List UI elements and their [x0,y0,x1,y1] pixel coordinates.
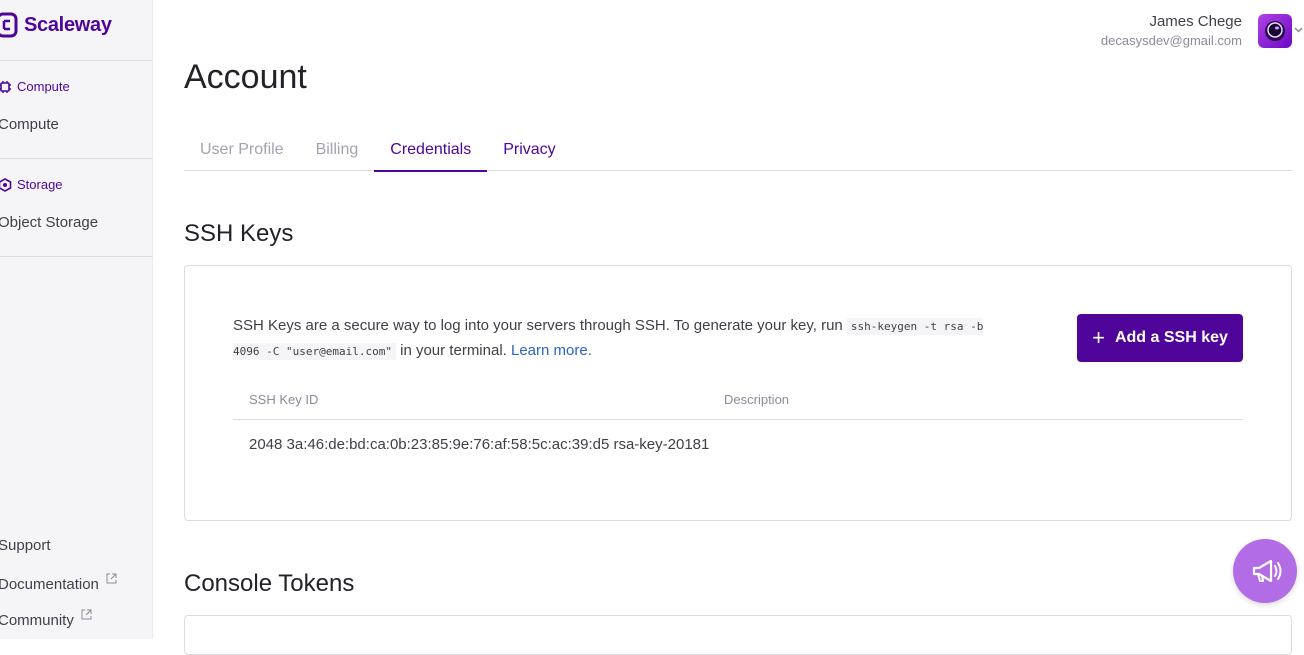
sidebar-section-label: Storage [17,177,63,192]
sidebar-divider [0,158,153,159]
page-title: Account [184,58,307,96]
plus-icon: + [1092,325,1105,350]
user-menu[interactable]: James Chege decasysdev@gmail.com [1101,12,1242,50]
description-text: SSH Keys are a secure way to log into yo… [233,317,847,334]
sidebar-divider [0,256,153,257]
column-header-ssh-key-id: SSH Key ID [249,392,319,407]
console-tokens-title: Console Tokens [184,570,355,597]
sidebar-item-object-storage[interactable]: Object Storage [0,214,98,231]
chevron-down-icon[interactable] [1293,24,1304,35]
sidebar-item-documentation[interactable]: Documentation [0,573,117,593]
announcements-button[interactable] [1233,539,1297,603]
external-link-icon [81,609,92,620]
table-header: SSH Key ID Description [233,382,1243,420]
tab-billing[interactable]: Billing [300,130,375,171]
account-tabs: User Profile Billing Credentials Privacy [184,130,1292,172]
sidebar-divider [0,60,153,61]
add-ssh-key-label: Add a SSH key [1114,329,1228,346]
sidebar-item-community[interactable]: Community [0,609,92,629]
sidebar-section-label: Compute [17,79,70,94]
scaleway-logo[interactable]: Scaleway [0,10,112,40]
learn-more-link[interactable]: Learn more. [511,342,592,359]
astronaut-avatar-icon [1265,21,1285,41]
chip-icon [0,80,11,93]
documentation-label: Documentation [0,576,99,593]
tab-user-profile[interactable]: User Profile [184,130,300,171]
external-link-icon [106,573,117,584]
table-row[interactable]: 2048 3a:46:de:bd:ca:0b:23:85:9e:76:af:58… [233,420,1243,472]
sidebar-item-compute[interactable]: Compute [0,116,59,133]
user-email: decasysdev@gmail.com [1100,33,1242,48]
hexagon-icon [0,177,12,192]
avatar[interactable] [1258,14,1292,48]
add-ssh-key-button[interactable]: + Add a SSH key [1077,314,1243,362]
sidebar-section-compute: Compute [0,79,70,94]
console-tokens-card [184,615,1292,655]
community-label: Community [0,612,74,629]
ssh-keys-table: SSH Key ID Description 2048 3a:46:de:bd:… [233,382,1243,472]
megaphone-icon [1252,559,1282,583]
sidebar-section-storage: Storage [0,177,63,192]
description-text: in your terminal. [395,342,511,359]
tab-credentials[interactable]: Credentials [374,130,488,172]
column-header-description: Description [724,392,790,407]
user-name: James Chege [1149,13,1242,30]
ssh-keys-title: SSH Keys [184,220,294,247]
sidebar-item-support[interactable]: Support [0,537,51,554]
tab-privacy[interactable]: Privacy [487,130,571,171]
ssh-key-id-cell: 2048 3a:46:de:bd:ca:0b:23:85:9e:76:af:58… [249,436,710,453]
ssh-keys-card: SSH Keys are a secure way to log into yo… [184,265,1292,521]
scaleway-logo-icon [0,12,18,38]
sidebar: Scaleway Compute Compute Storage Object … [0,0,153,639]
ssh-keys-description: SSH Keys are a secure way to log into yo… [233,314,1013,364]
brand-name: Scaleway [24,13,112,36]
